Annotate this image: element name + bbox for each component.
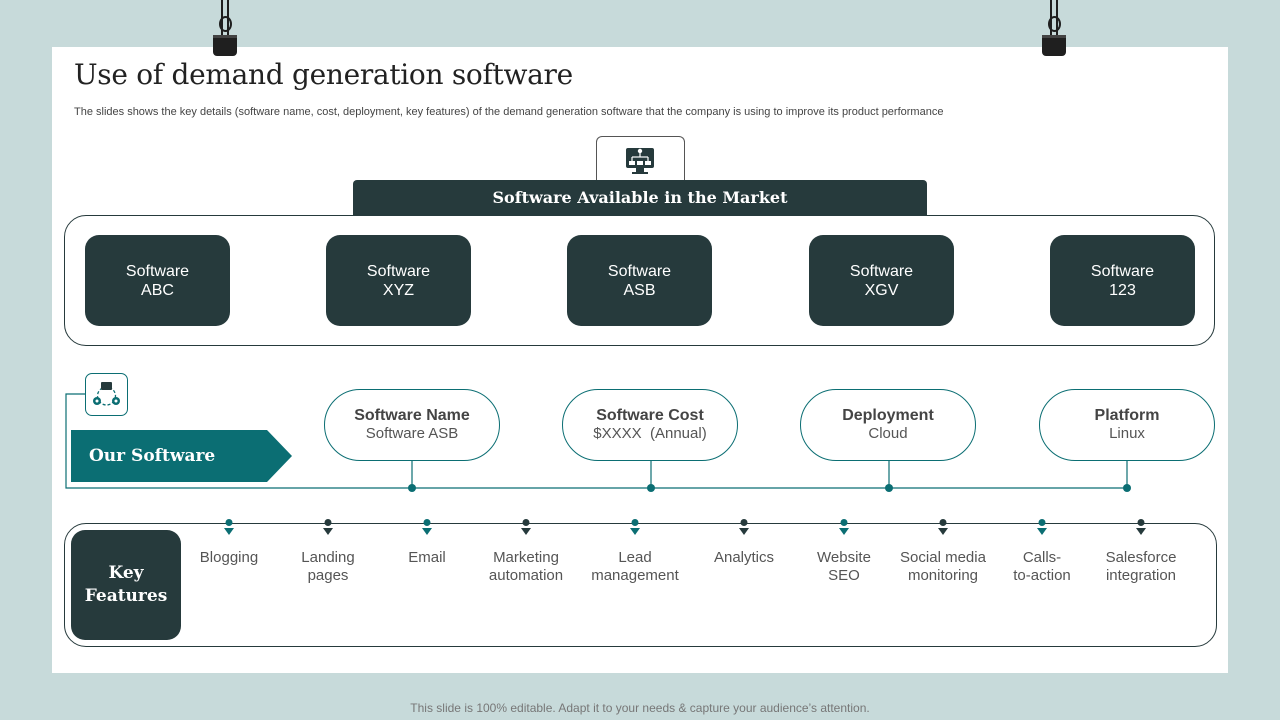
- feature-social-media-monitoring: Social media monitoring: [900, 549, 986, 584]
- feature-analytics: Analytics: [713, 549, 775, 566]
- footer-note: This slide is 100% editable. Adapt it to…: [410, 701, 870, 715]
- attribute-label: Deployment: [842, 407, 934, 424]
- attribute-value: $XXXX (Annual): [593, 425, 707, 442]
- key-features-tile: Key Features: [71, 530, 181, 640]
- attribute-value: Software ASB: [365, 425, 459, 442]
- attribute-software-cost: Software Cost $XXXX (Annual): [562, 389, 738, 461]
- feature-pin-icon: [1136, 519, 1146, 535]
- key-features-label: Key Features: [84, 563, 168, 606]
- attribute-platform: Platform Linux: [1039, 389, 1215, 461]
- connector-dot: [408, 484, 416, 492]
- feature-pin-icon: [1037, 519, 1047, 535]
- our-software-label: Our Software: [89, 446, 216, 466]
- attribute-value: Linux: [1109, 425, 1145, 442]
- feature-calls-to-action: Calls- to-action: [1013, 549, 1071, 584]
- feature-pin-icon: [422, 519, 432, 535]
- connector-dot: [1123, 484, 1131, 492]
- connector-dot: [647, 484, 655, 492]
- attribute-value: Cloud: [868, 425, 908, 442]
- cycle-process-icon: [93, 382, 120, 406]
- feature-blogging: Blogging: [199, 549, 259, 566]
- feature-salesforce-integration: Salesforce integration: [1105, 549, 1177, 584]
- feature-pin-icon: [839, 519, 849, 535]
- feature-pin-icon: [938, 519, 948, 535]
- attribute-label: Platform: [1094, 407, 1160, 424]
- our-software-icon-box: [85, 373, 128, 416]
- feature-email: Email: [408, 549, 446, 566]
- feature-website-seo: Website SEO: [817, 549, 871, 584]
- feature-marketing-automation: Marketing automation: [488, 549, 564, 584]
- feature-pin-icon: [521, 519, 531, 535]
- feature-pin-icon: [739, 519, 749, 535]
- feature-pin-icon: [323, 519, 333, 535]
- attribute-label: Software Cost: [596, 407, 704, 424]
- attribute-software-name: Software Name Software ASB: [324, 389, 500, 461]
- feature-lead-management: Lead management: [591, 549, 679, 584]
- feature-pin-icon: [224, 519, 234, 535]
- connector-dot: [885, 484, 893, 492]
- feature-landing-pages: Landing pages: [301, 549, 355, 584]
- feature-pin-icon: [630, 519, 640, 535]
- attribute-deployment: Deployment Cloud: [800, 389, 976, 461]
- attribute-label: Software Name: [354, 407, 470, 424]
- key-features-container: [64, 523, 1217, 647]
